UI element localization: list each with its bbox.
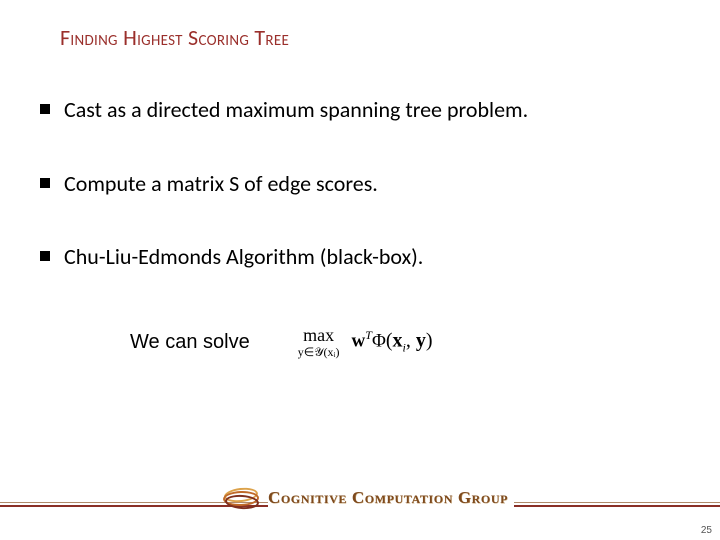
- paren-close: ): [426, 330, 433, 352]
- square-bullet-icon: [40, 251, 50, 261]
- solve-row: We can solve max y∈𝒴(xᵢ) wTΦ(xi, y): [130, 326, 433, 358]
- list-item: Chu-Liu-Edmonds Algorithm (black-box).: [40, 243, 660, 271]
- max-top: max: [303, 326, 334, 344]
- arg-comma: ,: [406, 330, 416, 352]
- max-bottom: y∈𝒴(xᵢ): [298, 346, 340, 358]
- phi-symbol: Φ: [372, 331, 386, 352]
- square-bullet-icon: [40, 104, 50, 114]
- bullet-text: Cast as a directed maximum spanning tree…: [64, 96, 528, 124]
- max-operator: max y∈𝒴(xᵢ): [298, 326, 340, 358]
- formula-body: wTΦ(xi, y): [352, 328, 433, 356]
- solve-label: We can solve: [130, 331, 250, 354]
- arg-x: x: [393, 330, 403, 352]
- list-item: Compute a matrix S of edge scores.: [40, 170, 660, 198]
- bullet-text: Chu-Liu-Edmonds Algorithm (black-box).: [64, 243, 423, 271]
- paren-open: (: [386, 330, 393, 352]
- superscript-t: T: [365, 328, 372, 342]
- vector-w: w: [352, 331, 366, 352]
- brand-name: Cognitive Computation Group: [268, 488, 514, 508]
- slide-title: Finding Highest Scoring Tree: [60, 24, 289, 51]
- slide-container: Finding Highest Scoring Tree Cast as a d…: [0, 0, 720, 540]
- list-item: Cast as a directed maximum spanning tree…: [40, 96, 660, 124]
- formula: max y∈𝒴(xᵢ) wTΦ(xi, y): [298, 326, 433, 358]
- bullet-list: Cast as a directed maximum spanning tree…: [40, 96, 660, 317]
- page-number: 25: [701, 525, 712, 536]
- square-bullet-icon: [40, 178, 50, 188]
- footer: Cognitive Computation Group: [0, 480, 720, 520]
- arg-y: y: [416, 330, 426, 352]
- brand-logo-icon: [220, 480, 264, 514]
- bullet-text: Compute a matrix S of edge scores.: [64, 170, 378, 198]
